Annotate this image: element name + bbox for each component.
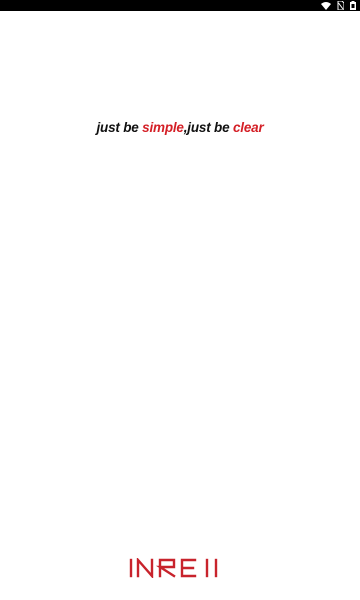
wifi-icon <box>321 1 331 10</box>
slogan-highlight-simple: simple <box>142 120 184 135</box>
slogan-text-2: ,just be <box>183 120 233 135</box>
status-bar <box>0 0 360 11</box>
splash-screen: just be simple,just be clear <box>0 0 360 600</box>
battery-icon <box>350 1 356 10</box>
brand-logo <box>128 558 232 578</box>
slogan-text-1: just be <box>96 120 143 135</box>
status-icons <box>321 1 356 10</box>
signal-no-sim-icon <box>337 1 344 10</box>
slogan: just be simple,just be clear <box>0 120 360 135</box>
slogan-highlight-clear: clear <box>232 120 264 135</box>
